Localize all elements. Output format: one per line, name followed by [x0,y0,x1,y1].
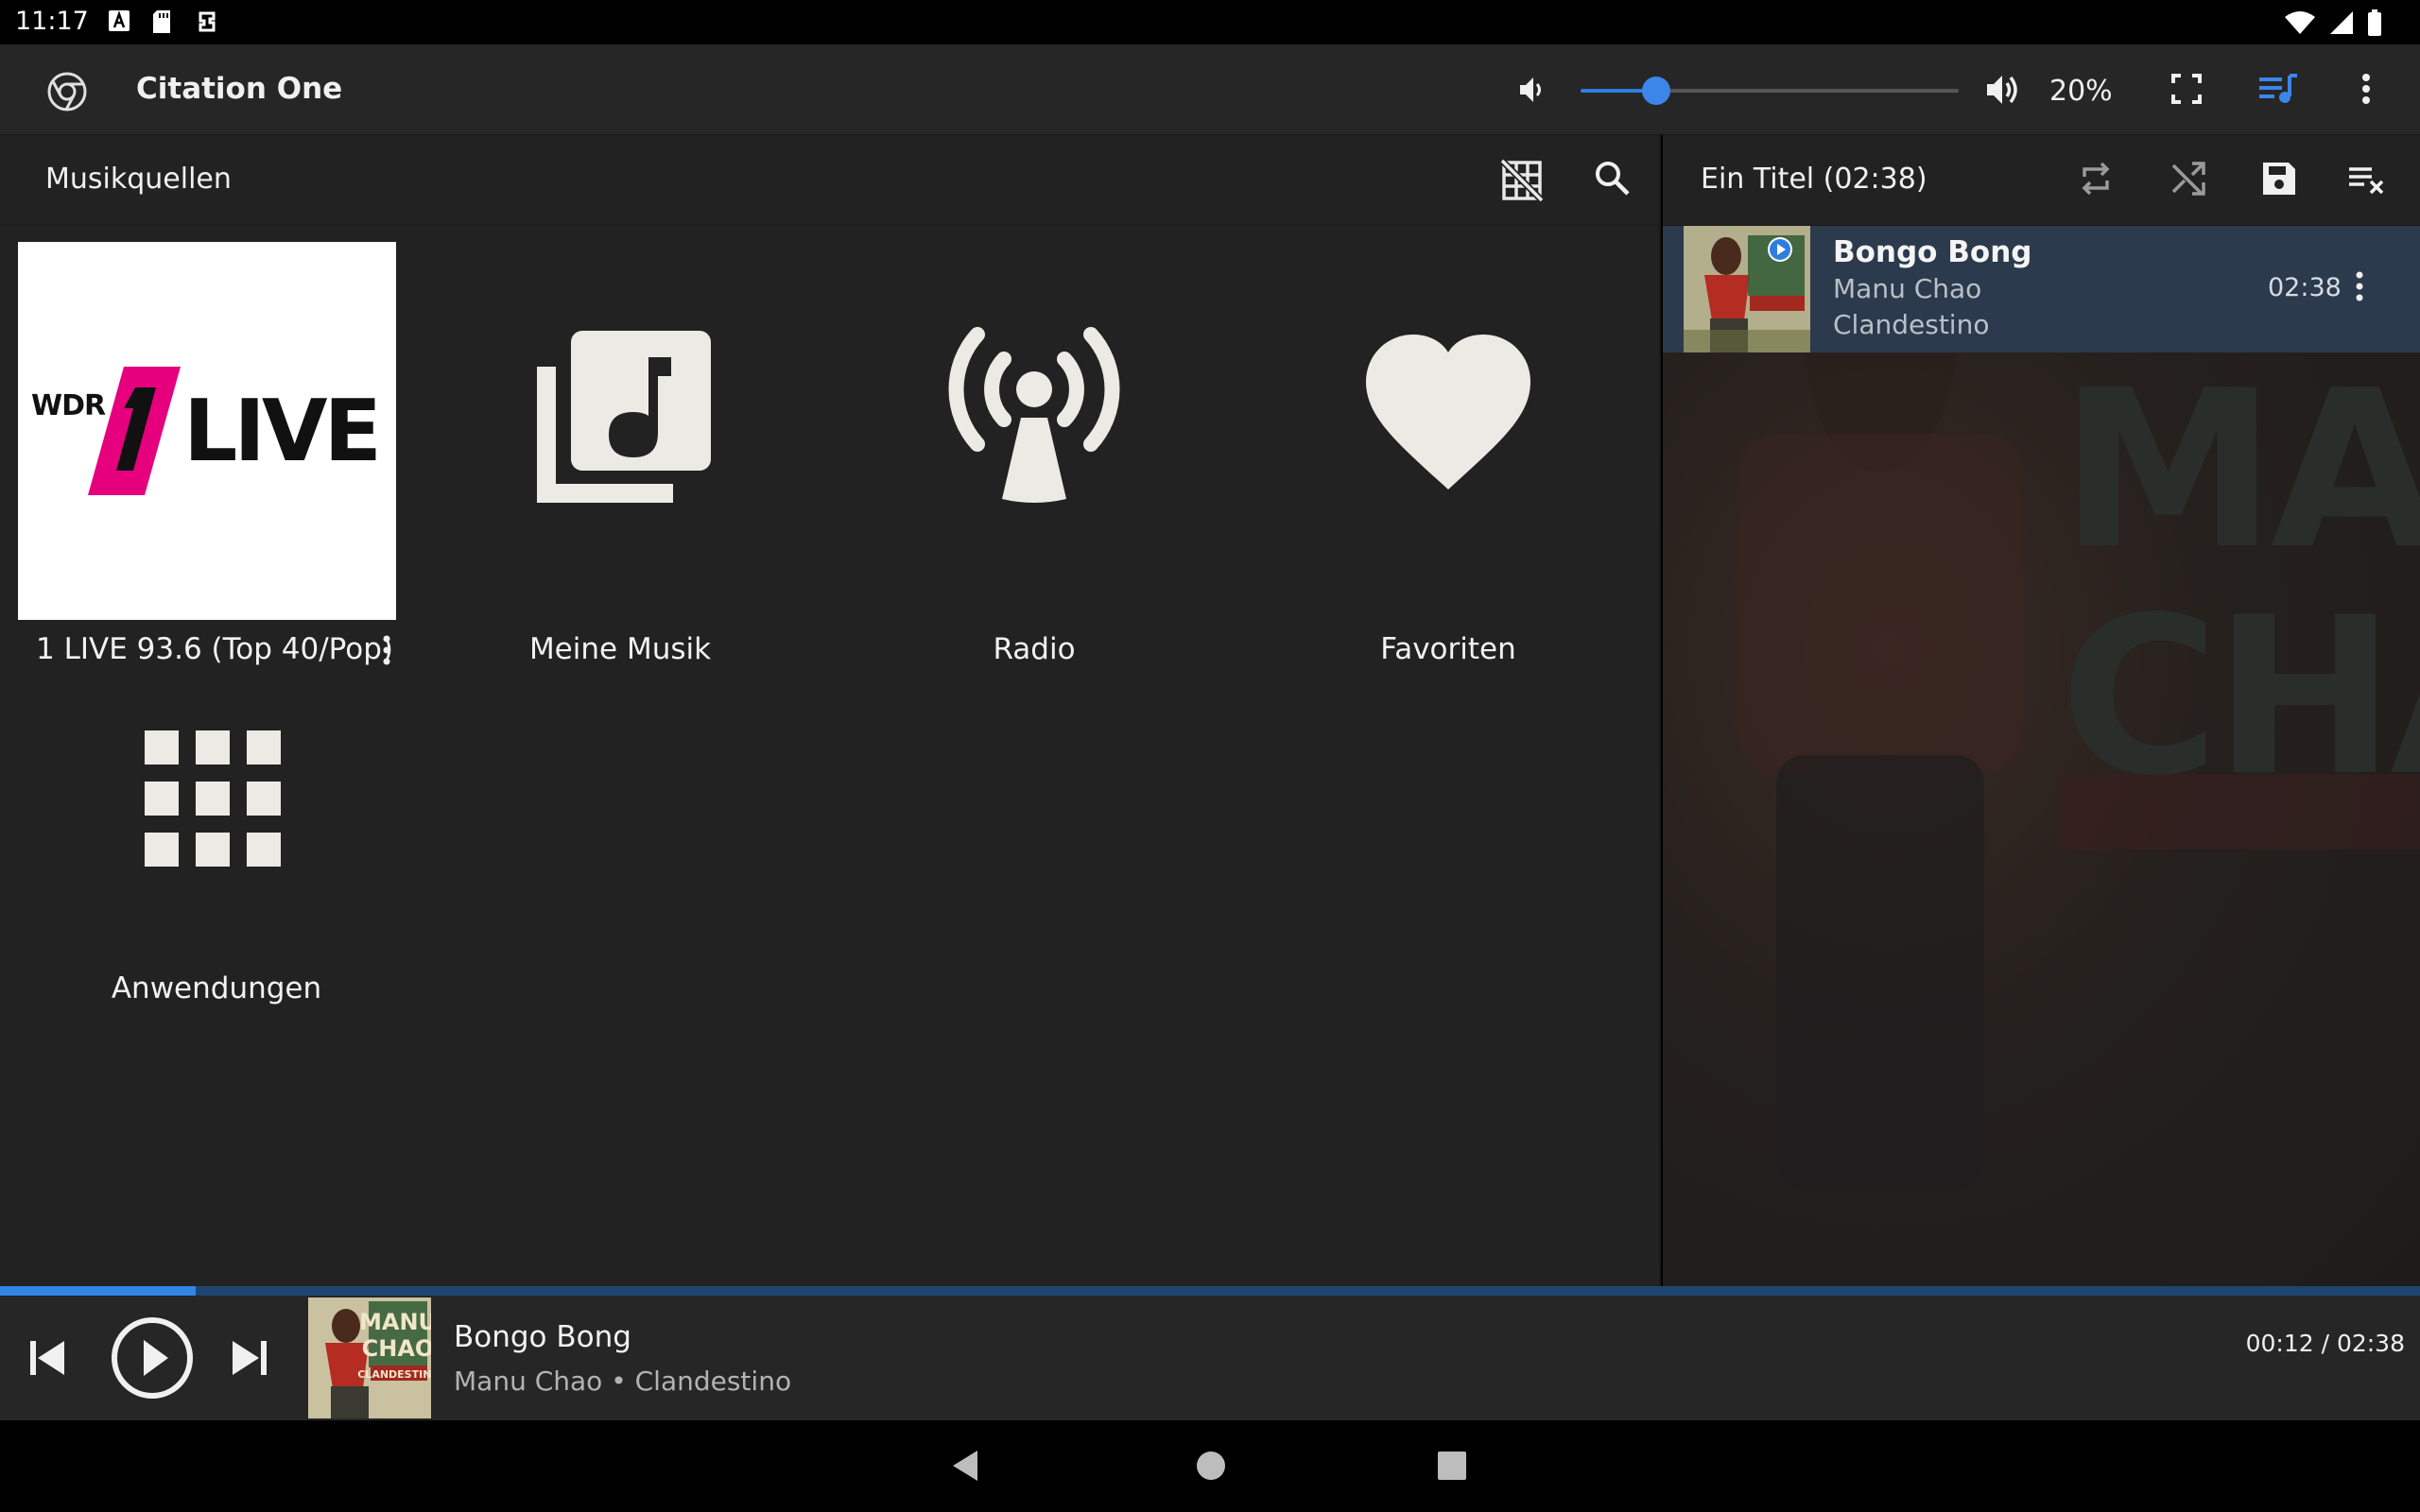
apps-grid-icon [137,723,285,874]
home-button[interactable] [1194,1449,1228,1486]
queue-music-icon [2259,74,2297,103]
tile-more-button[interactable] [380,633,393,671]
search-icon [1596,162,1630,196]
repeat-icon [2082,162,2110,196]
mini-player: MANU CHAO CLANDESTINO Bongo Bong Manu Ch… [0,1296,2420,1420]
sd-card-icon [151,9,172,38]
queue-pane: MANU CHAO Ein Titel (02:38) [1663,135,2420,1286]
tile-label: 1 LIVE 93.6 (Top 40/Pop) [36,632,393,666]
player-album-art[interactable]: MANU CHAO CLANDESTINO [308,1297,441,1418]
queue-toggle-button[interactable] [2257,70,2299,112]
queue-item-album: Clandestino [1833,309,1990,340]
album-art-title: MANU [359,1309,431,1335]
source-tile-anwendungen[interactable]: Anwendungen [8,683,405,1005]
music-library-icon [533,327,713,510]
player-time: 00:12 / 02:38 [2245,1330,2405,1357]
next-button[interactable] [229,1337,270,1383]
sources-title: Musikquellen [45,163,232,196]
repeat-button[interactable] [2075,158,2117,203]
wifi-icon [2284,10,2316,39]
tile-label: Meine Musik [528,632,712,666]
home-icon [1197,1452,1225,1480]
background-figure [1738,226,2022,1190]
volume-slider[interactable] [1581,77,1959,105]
radio-tower-icon [940,318,1129,510]
clear-queue-button[interactable] [2345,158,2387,203]
skip-next-icon [233,1341,267,1375]
more-vert-icon [2356,271,2363,301]
player-track-title: Bongo Bong [454,1320,631,1354]
back-button[interactable] [949,1449,983,1486]
album-art-subtitle: CLANDESTINO [357,1368,431,1381]
battery-icon [2367,9,2382,40]
system-nav-bar [0,1420,2420,1512]
skip-previous-icon [30,1341,64,1375]
tile-label: Radio [993,632,1076,666]
back-icon [953,1451,977,1481]
sources-pane: Musikquellen WDR LIVE 1 LIVE 93.6 (Top 4… [0,135,1661,1286]
shuffle-icon [2171,162,2205,196]
overflow-menu-button[interactable] [2352,70,2380,112]
grid-off-button[interactable] [1499,158,1545,207]
recents-button[interactable] [1435,1449,1469,1486]
queue-header: Ein Titel (02:38) [1663,135,2420,226]
text-a-icon [108,9,130,36]
1live-magenta-one [88,367,181,495]
queue-item-duration: 02:38 [2268,273,2342,302]
player-track-subtitle: Manu Chao • Clandestino [454,1366,792,1397]
signal-icon [2329,10,2354,39]
volume-slider-knob[interactable] [1642,77,1670,105]
volume-up-icon[interactable] [1983,70,2023,113]
heart-icon [1358,327,1538,501]
recents-icon [1438,1452,1466,1480]
sources-header: Musikquellen [0,135,1661,226]
volume-percent: 20% [2049,75,2113,108]
playback-progress-fill [0,1286,197,1296]
queue-background-art: MANU CHAO [1663,226,2420,1286]
queue-item-artist: Manu Chao [1833,273,1982,304]
album-art-title: CHAO [362,1335,431,1362]
fullscreen-button[interactable] [2168,70,2205,112]
clear-all-icon [2349,167,2384,195]
app-title: Citation One [136,72,343,106]
cloud-sync-icon [195,9,219,38]
source-tile-1live[interactable]: WDR LIVE 1 LIVE 93.6 (Top 40/Pop) [8,242,405,666]
queue-title: Ein Titel (02:38) [1701,163,1927,196]
app-bar: Citation One 20% [0,44,2420,135]
chrome-cast-icon[interactable] [45,70,89,117]
search-button[interactable] [1592,158,1634,203]
play-circle-icon [112,1317,193,1399]
status-bar: 11:17 [0,0,2420,44]
queue-item-more-button[interactable] [2353,269,2366,307]
play-button[interactable] [110,1315,195,1404]
status-time: 11:17 [15,7,89,36]
tile-label: Favoriten [1380,632,1516,666]
fullscreen-icon [2171,74,2202,104]
queue-item-title: Bongo Bong [1833,235,2032,269]
grid-off-icon [1499,158,1545,203]
background-art-stripe [2060,774,2420,850]
volume-down-icon[interactable] [1514,73,1548,111]
save-icon [2263,163,2295,195]
shuffle-button[interactable] [2168,158,2209,203]
source-tile-favoriten[interactable]: Favoriten [1250,242,1647,666]
logo-live-text: LIVE [183,382,382,481]
playback-progress-bar[interactable] [0,1286,2420,1296]
more-vert-icon [2362,74,2370,104]
source-tile-meine-musik[interactable]: Meine Musik [422,242,819,666]
background-art-text: MANU CHAO [2060,345,2420,824]
source-tile-radio[interactable]: Radio [836,242,1233,666]
1live-logo: WDR LIVE [18,242,396,620]
previous-button[interactable] [26,1337,68,1383]
save-queue-button[interactable] [2258,158,2300,203]
more-vert-icon [383,635,390,665]
queue-item[interactable]: Bongo Bong Manu Chao Clandestino 02:38 [1663,226,2420,352]
tile-label: Anwendungen [111,971,322,1005]
playing-indicator-icon [1768,237,1792,262]
